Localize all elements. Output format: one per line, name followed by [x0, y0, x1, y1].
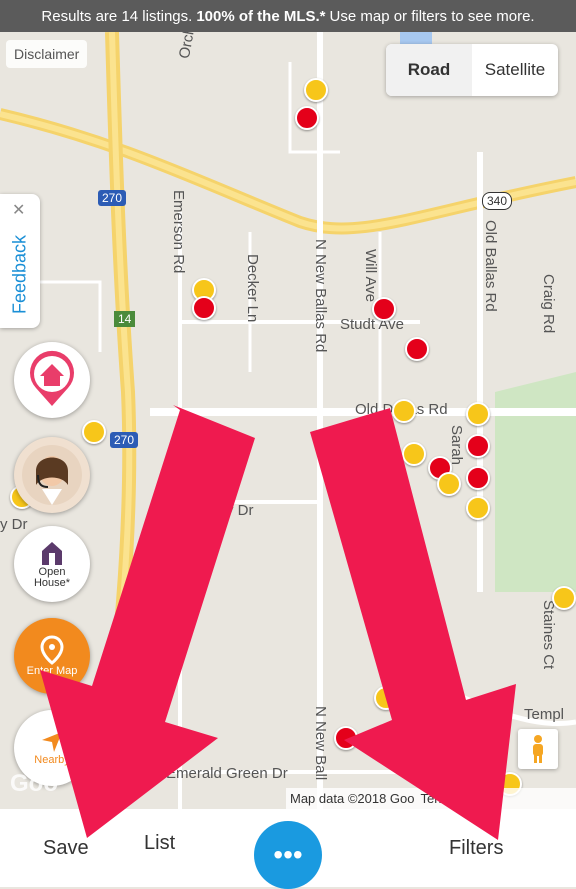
- results-prefix: Results are 14 listings.: [41, 7, 193, 25]
- listing-pin[interactable]: [405, 337, 429, 361]
- open-house-label: Open House*: [33, 566, 71, 589]
- road-label-staines: Staines Ct: [540, 600, 557, 670]
- map-roads: [0, 32, 576, 809]
- agent-avatar-button[interactable]: [14, 437, 90, 513]
- road-label-dr-left: y Dr: [0, 516, 28, 533]
- road-button[interactable]: Road: [386, 44, 472, 96]
- road-label-temple: Templ: [524, 706, 565, 723]
- listing-pin[interactable]: [466, 434, 490, 458]
- road-label-n-new-ball: N New Ball: [312, 706, 329, 781]
- listing-pin[interactable]: [466, 402, 490, 426]
- enter-map-label: Enter Map: [26, 665, 78, 677]
- road-label-dr-mid: y Dr: [226, 502, 254, 519]
- results-suffix: Use map or filters to see more.: [329, 7, 535, 25]
- feedback-tab[interactable]: ✕ Feedback: [0, 194, 40, 328]
- results-bold: 100% of the MLS.*: [196, 7, 326, 25]
- listing-pin[interactable]: [374, 686, 398, 710]
- satellite-button[interactable]: Satellite: [472, 44, 558, 96]
- listing-pin[interactable]: [466, 466, 490, 490]
- street-view-button[interactable]: [518, 729, 558, 769]
- listing-pin[interactable]: [392, 399, 416, 423]
- listing-pin[interactable]: [334, 726, 358, 750]
- listing-pin[interactable]: [402, 442, 426, 466]
- road-label-emerson: Emerson Rd: [170, 190, 187, 274]
- navigation-arrow-icon: [42, 732, 62, 752]
- highway-14-shield: 14: [114, 311, 136, 327]
- home-icon: [30, 350, 74, 406]
- map-view[interactable]: Disclaimer Road Satellite Orchard La Eme…: [0, 32, 576, 809]
- bottom-toolbar: Save List ••• Filters: [0, 809, 576, 889]
- listing-pin[interactable]: [466, 496, 490, 520]
- agent-avatar: [22, 445, 82, 505]
- map-pin-icon: [40, 635, 64, 665]
- road-label-old-ballas: Old Ballas Rd: [482, 220, 499, 312]
- save-button[interactable]: Save: [43, 837, 89, 860]
- listing-pin[interactable]: [192, 296, 216, 320]
- listing-pin[interactable]: [372, 297, 396, 321]
- road-label-sarah: Sarah: [448, 425, 465, 466]
- pegman-icon: [533, 735, 543, 763]
- road-label-studt: Studt Ave: [340, 316, 404, 333]
- open-house-button[interactable]: Open House*: [14, 526, 90, 602]
- highway-270-shield: 270: [98, 190, 127, 206]
- list-button[interactable]: List: [144, 832, 175, 855]
- filters-button[interactable]: Filters: [449, 837, 503, 860]
- map-data-text: Map data ©2018 Goo: [290, 791, 415, 806]
- highway-270-shield: 270: [110, 432, 139, 448]
- google-logo: Goo: [10, 770, 58, 797]
- close-icon[interactable]: ✕: [12, 200, 25, 220]
- more-menu-button[interactable]: •••: [254, 821, 322, 889]
- listing-pin[interactable]: [552, 586, 576, 610]
- hospital-icon: [295, 106, 319, 130]
- terms-of-use-link[interactable]: Terms of Use: [421, 791, 498, 806]
- road-label-n-new-ballas: N New Ballas Rd: [312, 239, 329, 353]
- listing-pin[interactable]: [82, 420, 106, 444]
- listing-pin[interactable]: [437, 472, 461, 496]
- enter-map-button[interactable]: Enter Map: [14, 618, 90, 694]
- highway-340-shield: 340: [482, 192, 513, 210]
- road-label-will-ave: Will Ave: [362, 249, 379, 303]
- house-icon: [42, 542, 62, 565]
- listing-pin[interactable]: [304, 78, 328, 102]
- road-label-craig: Craig Rd: [540, 274, 557, 334]
- nearby-label: Nearby: [34, 754, 70, 766]
- results-banner: Results are 14 listings. 100% of the MLS…: [0, 0, 576, 32]
- map-attribution: Map data ©2018 Goo Terms of Use: [286, 788, 576, 809]
- road-label-emerald: Emerald Green Dr: [166, 765, 288, 782]
- more-dots-icon: •••: [273, 839, 303, 870]
- feedback-label: Feedback: [9, 234, 30, 315]
- home-button[interactable]: [14, 342, 90, 418]
- road-label-decker: Decker Ln: [244, 254, 261, 323]
- map-type-toggle: Road Satellite: [386, 44, 558, 96]
- disclaimer-button[interactable]: Disclaimer: [6, 40, 88, 68]
